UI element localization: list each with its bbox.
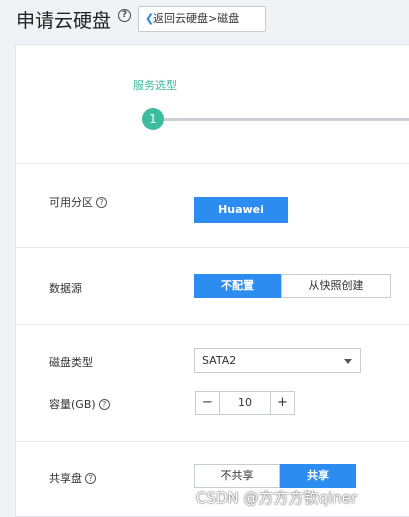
shared-yes-option[interactable]: 共享 (280, 464, 356, 488)
back-button[interactable]: ❮ 返回云硬盘>磁盘 (138, 6, 266, 32)
capacity-stepper: − 10 + (195, 391, 295, 415)
disk-config-section: 磁盘类型 SATA2 容量(GB)? − 10 + (16, 325, 409, 442)
step-label: 服务选型 (133, 79, 177, 92)
data-source-none-option[interactable]: 不配置 (194, 274, 281, 298)
disk-type-label: 磁盘类型 (49, 356, 93, 369)
capacity-label: 容量(GB) (49, 398, 96, 411)
help-icon[interactable]: ? (96, 197, 107, 208)
page-title: 申请云硬盘 (16, 10, 112, 32)
back-button-label: 返回云硬盘>磁盘 (153, 12, 240, 25)
capacity-label-row: 容量(GB)? (49, 396, 110, 412)
shared-no-option[interactable]: 不共享 (194, 464, 280, 488)
help-icon[interactable]: ? (85, 473, 96, 484)
chevron-left-icon: ❮ (145, 12, 155, 25)
increment-button[interactable]: + (270, 392, 294, 414)
disk-type-value: SATA2 (202, 354, 237, 367)
form-panel: 服务选型 1 可用分区? Huawei 数据源 不配置 从快照创建 磁盘类型 S… (15, 44, 409, 517)
step-number[interactable]: 1 (142, 108, 164, 130)
shared-disk-label-row: 共享盘? (49, 470, 96, 486)
watermark: CSDN @方方方钦qiner (196, 489, 358, 507)
zone-huawei-button[interactable]: Huawei (194, 197, 288, 223)
help-icon[interactable]: ? (118, 9, 131, 22)
help-icon[interactable]: ? (98, 399, 110, 410)
availability-zone-section: 可用分区? Huawei (16, 164, 409, 248)
disk-type-select[interactable]: SATA2 (194, 348, 361, 373)
step-section: 服务选型 1 (16, 45, 409, 164)
data-source-section: 数据源 不配置 从快照创建 (16, 248, 409, 325)
caret-down-icon (344, 359, 352, 364)
availability-zone-label: 可用分区 (49, 196, 93, 209)
capacity-value[interactable]: 10 (220, 392, 270, 414)
availability-zone-label-row: 可用分区? (49, 194, 107, 210)
shared-disk-label: 共享盘 (49, 472, 82, 485)
step-track (156, 118, 409, 121)
decrement-button[interactable]: − (196, 392, 220, 414)
page-header: 申请云硬盘 ? ❮ 返回云硬盘>磁盘 (0, 0, 409, 40)
data-source-label: 数据源 (49, 282, 82, 295)
data-source-snapshot-option[interactable]: 从快照创建 (281, 274, 391, 298)
